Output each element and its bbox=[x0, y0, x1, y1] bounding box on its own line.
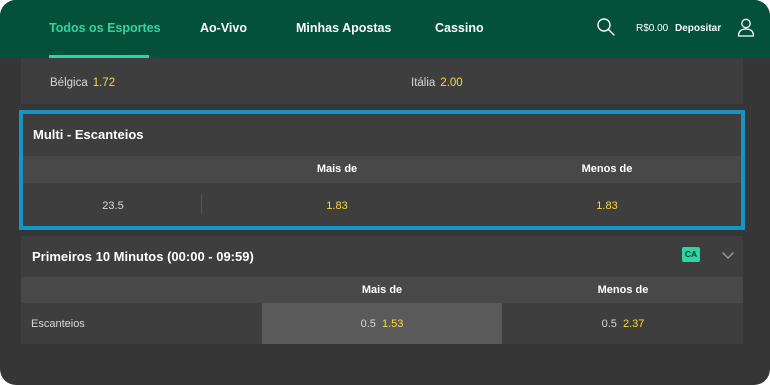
first-10-minutes-title: Primeiros 10 Minutos (00:00 - 09:59) bbox=[32, 249, 254, 264]
deposit-button[interactable]: Depositar bbox=[675, 0, 721, 58]
home-team-name: Bélgica bbox=[50, 77, 88, 89]
balance-amount: R$0.00 bbox=[636, 23, 669, 34]
home-team-odd: 1.72 bbox=[92, 77, 116, 89]
over-odd: 1.53 bbox=[382, 318, 404, 330]
over-selection[interactable]: 0.5 1.53 bbox=[262, 303, 502, 344]
away-team-name: Itália bbox=[411, 77, 436, 89]
under-line: 0.5 bbox=[601, 318, 617, 330]
away-selection[interactable]: Itália 2.00 bbox=[411, 77, 463, 89]
first-10-row: Escanteios 0.5 1.53 0.5 2.37 bbox=[21, 303, 743, 344]
app-frame: Todos os Esportes Ao-Vivo Minhas Apostas… bbox=[0, 0, 770, 385]
first-10-minutes-card: Primeiros 10 Minutos (00:00 - 09:59) Mai… bbox=[21, 236, 743, 344]
selection-highlight bbox=[19, 110, 745, 230]
away-team-odd: 2.00 bbox=[440, 77, 463, 89]
top-navigation: Todos os Esportes Ao-Vivo Minhas Apostas… bbox=[0, 0, 770, 58]
over-line: 0.5 bbox=[360, 318, 376, 330]
user-icon[interactable] bbox=[736, 17, 756, 37]
tab-all-sports[interactable]: Todos os Esportes bbox=[49, 0, 161, 58]
under-odd: 2.37 bbox=[623, 318, 645, 330]
tab-casino[interactable]: Cassino bbox=[435, 0, 484, 58]
search-icon[interactable] bbox=[596, 17, 616, 37]
first-10-under-header: Menos de bbox=[597, 284, 649, 296]
home-selection[interactable]: Bélgica 1.72 bbox=[50, 77, 115, 89]
first-10-header-row: Mais de Menos de bbox=[21, 277, 743, 303]
corners-row-label: Escanteios bbox=[31, 318, 85, 330]
chevron-down-icon[interactable] bbox=[721, 250, 735, 262]
match-result-card: Bélgica 1.72 Itália 2.00 bbox=[21, 58, 743, 104]
under-selection[interactable]: 0.5 2.37 bbox=[503, 303, 743, 344]
cash-out-badge: CA bbox=[682, 247, 700, 262]
tab-my-bets[interactable]: Minhas Apostas bbox=[296, 0, 391, 58]
tab-live[interactable]: Ao-Vivo bbox=[200, 0, 247, 58]
first-10-over-header: Mais de bbox=[361, 284, 403, 296]
